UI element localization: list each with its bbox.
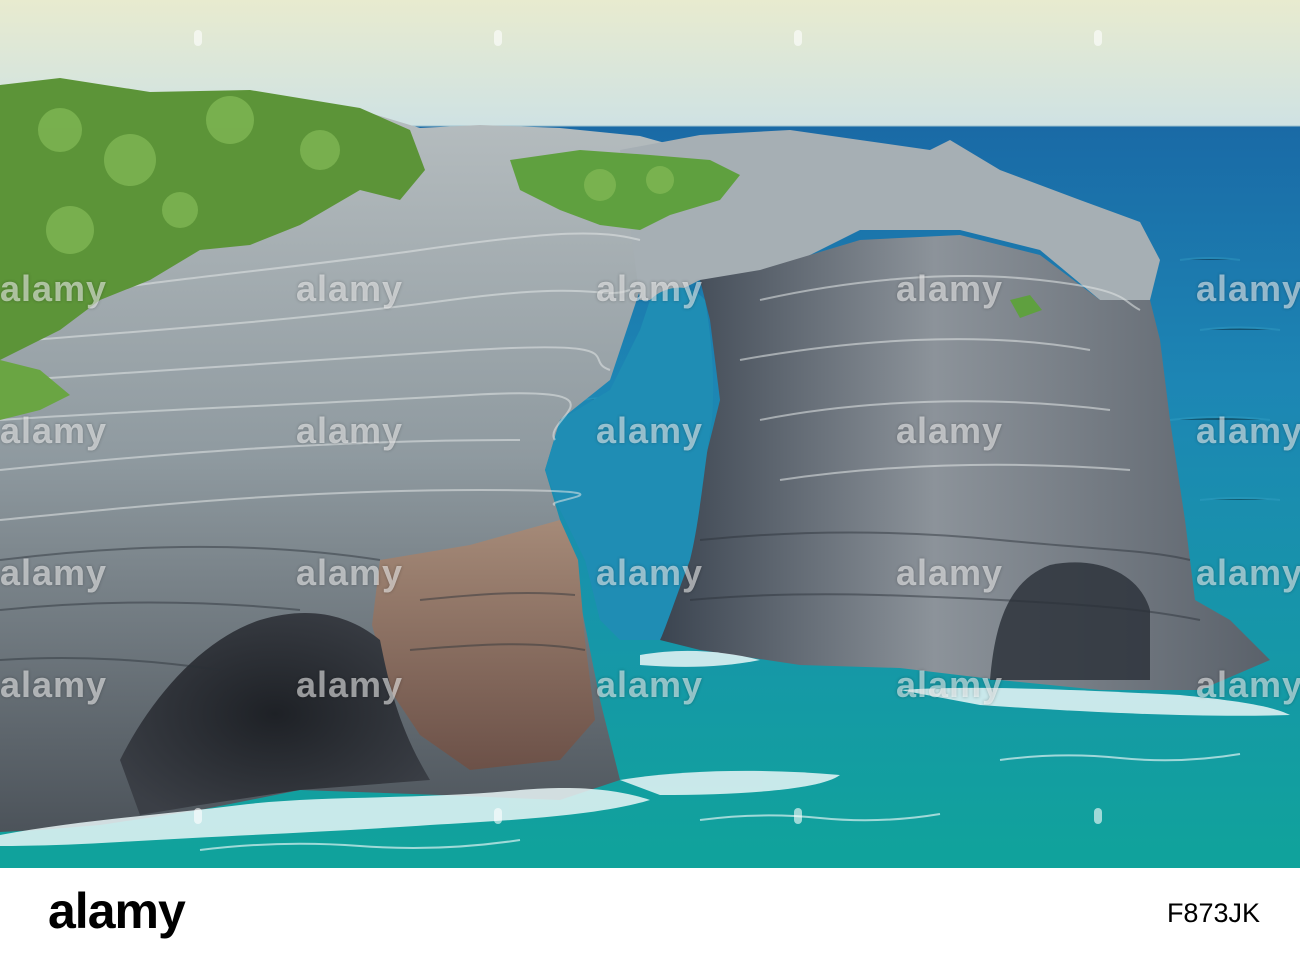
watermark-text: alamy (596, 268, 704, 309)
watermark-dot (794, 808, 802, 824)
alamy-logo: alamy (48, 883, 186, 939)
watermark-text: alamy (596, 410, 704, 451)
watermark-text: alamy (1196, 664, 1300, 705)
watermark-text: alamy (1196, 552, 1300, 593)
watermark-dot (194, 808, 202, 824)
watermark-dot (494, 808, 502, 824)
watermark-text: alamy (0, 268, 108, 309)
watermark-text: alamy (896, 268, 1004, 309)
watermark-text: alamy (296, 410, 404, 451)
watermark-text: alamy (896, 410, 1004, 451)
watermark-dot (1094, 808, 1102, 824)
watermark-text: alamy (296, 268, 404, 309)
watermark-text: alamy (596, 664, 704, 705)
watermark-text: alamy (0, 410, 108, 451)
watermark-text: alamy (896, 664, 1004, 705)
watermark-text: alamy (1196, 410, 1300, 451)
watermark-text: alamy (0, 552, 108, 593)
watermark-dot (1094, 30, 1102, 46)
watermark-text: alamy (896, 552, 1004, 593)
watermark-dot (494, 30, 502, 46)
watermark-dot (794, 30, 802, 46)
watermark-text: alamy (296, 664, 404, 705)
footer-bar: alamy F873JK (0, 868, 1300, 956)
watermark-text: alamy (1196, 268, 1300, 309)
watermark-text: alamy (596, 552, 704, 593)
watermark-text: alamy (296, 552, 404, 593)
photo: alamy alamy alamy alamy alamy alamy alam… (0, 0, 1300, 868)
watermark-dot (194, 30, 202, 46)
watermark-text: alamy (0, 664, 108, 705)
image-id: F873JK (1166, 898, 1260, 928)
